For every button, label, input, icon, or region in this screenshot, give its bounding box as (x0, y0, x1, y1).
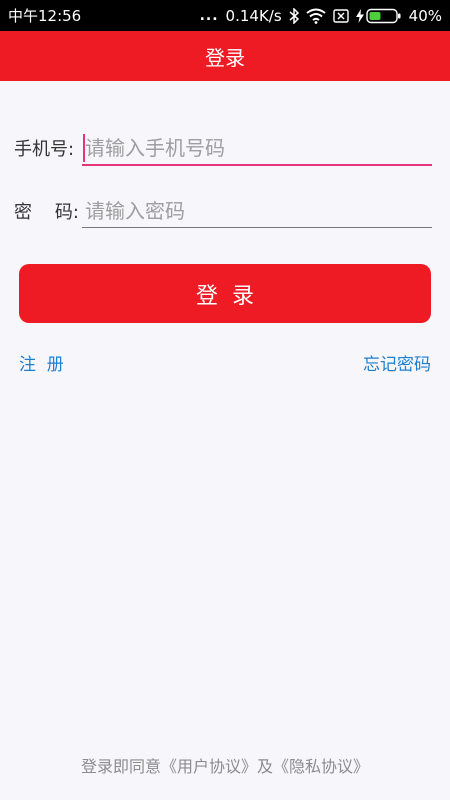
password-label: 密 码: (14, 202, 79, 223)
phone-input[interactable] (82, 128, 432, 168)
status-time: 中午12:56 (8, 7, 82, 25)
header-bar: 登录 (0, 31, 450, 81)
page-title: 登录 (205, 45, 245, 70)
register-link[interactable]: 注 册 (19, 350, 64, 375)
battery-icon (365, 8, 401, 23)
battery-percent: 40% (408, 6, 442, 25)
phone-label: 手机号: (14, 139, 75, 160)
text-cursor (83, 134, 85, 162)
password-input[interactable] (82, 191, 432, 231)
bluetooth-icon (289, 7, 299, 24)
login-button[interactable]: 登 录 (19, 264, 431, 323)
phone-row: 手机号: (14, 128, 432, 168)
sim-x-icon (332, 8, 349, 23)
password-row: 密 码: (14, 191, 432, 231)
charging-icon (355, 8, 364, 23)
agreement-text: 登录即同意《用户协议》及《隐私协议》 (80, 757, 369, 776)
wifi-icon (306, 8, 326, 24)
network-speed: 0.14K/s (225, 6, 282, 25)
battery (355, 8, 402, 24)
status-bar: 中午12:56 ... 0.14K/s 40% (0, 0, 450, 31)
login-screen: 中午12:56 ... 0.14K/s 40% 登录 手机号: 请输入手机号码 … (0, 0, 450, 800)
status-indicators: ... 0.14K/s 40% (200, 7, 442, 25)
password-underline (82, 227, 432, 228)
notification-dots: ... (199, 7, 219, 24)
phone-underline (82, 164, 432, 166)
forgot-password-link[interactable]: 忘记密码 (363, 350, 431, 375)
